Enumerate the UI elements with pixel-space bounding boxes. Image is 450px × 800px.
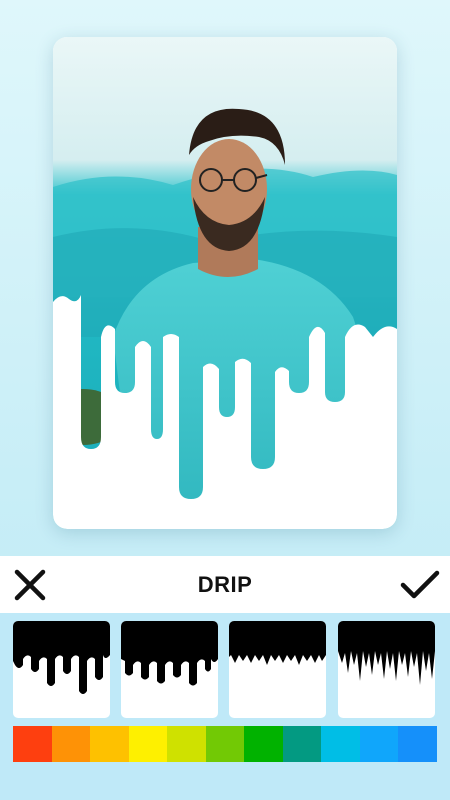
drip-style-2-icon	[121, 621, 218, 686]
color-swatch-3[interactable]	[90, 726, 129, 762]
close-button[interactable]	[0, 556, 60, 613]
color-swatch-6[interactable]	[205, 726, 245, 762]
drip-style-4[interactable]	[338, 621, 435, 718]
confirm-button[interactable]	[390, 556, 450, 613]
photo-preview[interactable]	[53, 37, 397, 529]
color-swatch-8[interactable]	[282, 726, 322, 762]
drip-style-4-icon	[338, 621, 435, 685]
drip-style-3[interactable]	[229, 621, 326, 718]
color-swatch-7[interactable]	[244, 726, 283, 762]
drip-options-panel	[0, 613, 450, 800]
drip-style-1-icon	[13, 621, 110, 694]
color-swatch-1[interactable]	[13, 726, 52, 762]
drip-style-3-icon	[229, 621, 326, 665]
color-swatch-10[interactable]	[359, 726, 399, 762]
color-swatch-5[interactable]	[167, 726, 206, 762]
drip-toolbar: DRIP	[0, 556, 450, 613]
page-title: DRIP	[197, 571, 253, 597]
photo-canvas	[53, 37, 397, 529]
checkmark-icon	[400, 570, 440, 598]
color-swatch-11[interactable]	[398, 726, 438, 762]
color-swatch-9[interactable]	[321, 726, 360, 762]
color-palette	[13, 726, 438, 762]
color-swatch-4[interactable]	[128, 726, 168, 762]
drip-style-1[interactable]	[13, 621, 110, 718]
close-icon	[14, 569, 46, 600]
drip-style-2[interactable]	[121, 621, 218, 718]
color-swatch-2[interactable]	[51, 726, 91, 762]
